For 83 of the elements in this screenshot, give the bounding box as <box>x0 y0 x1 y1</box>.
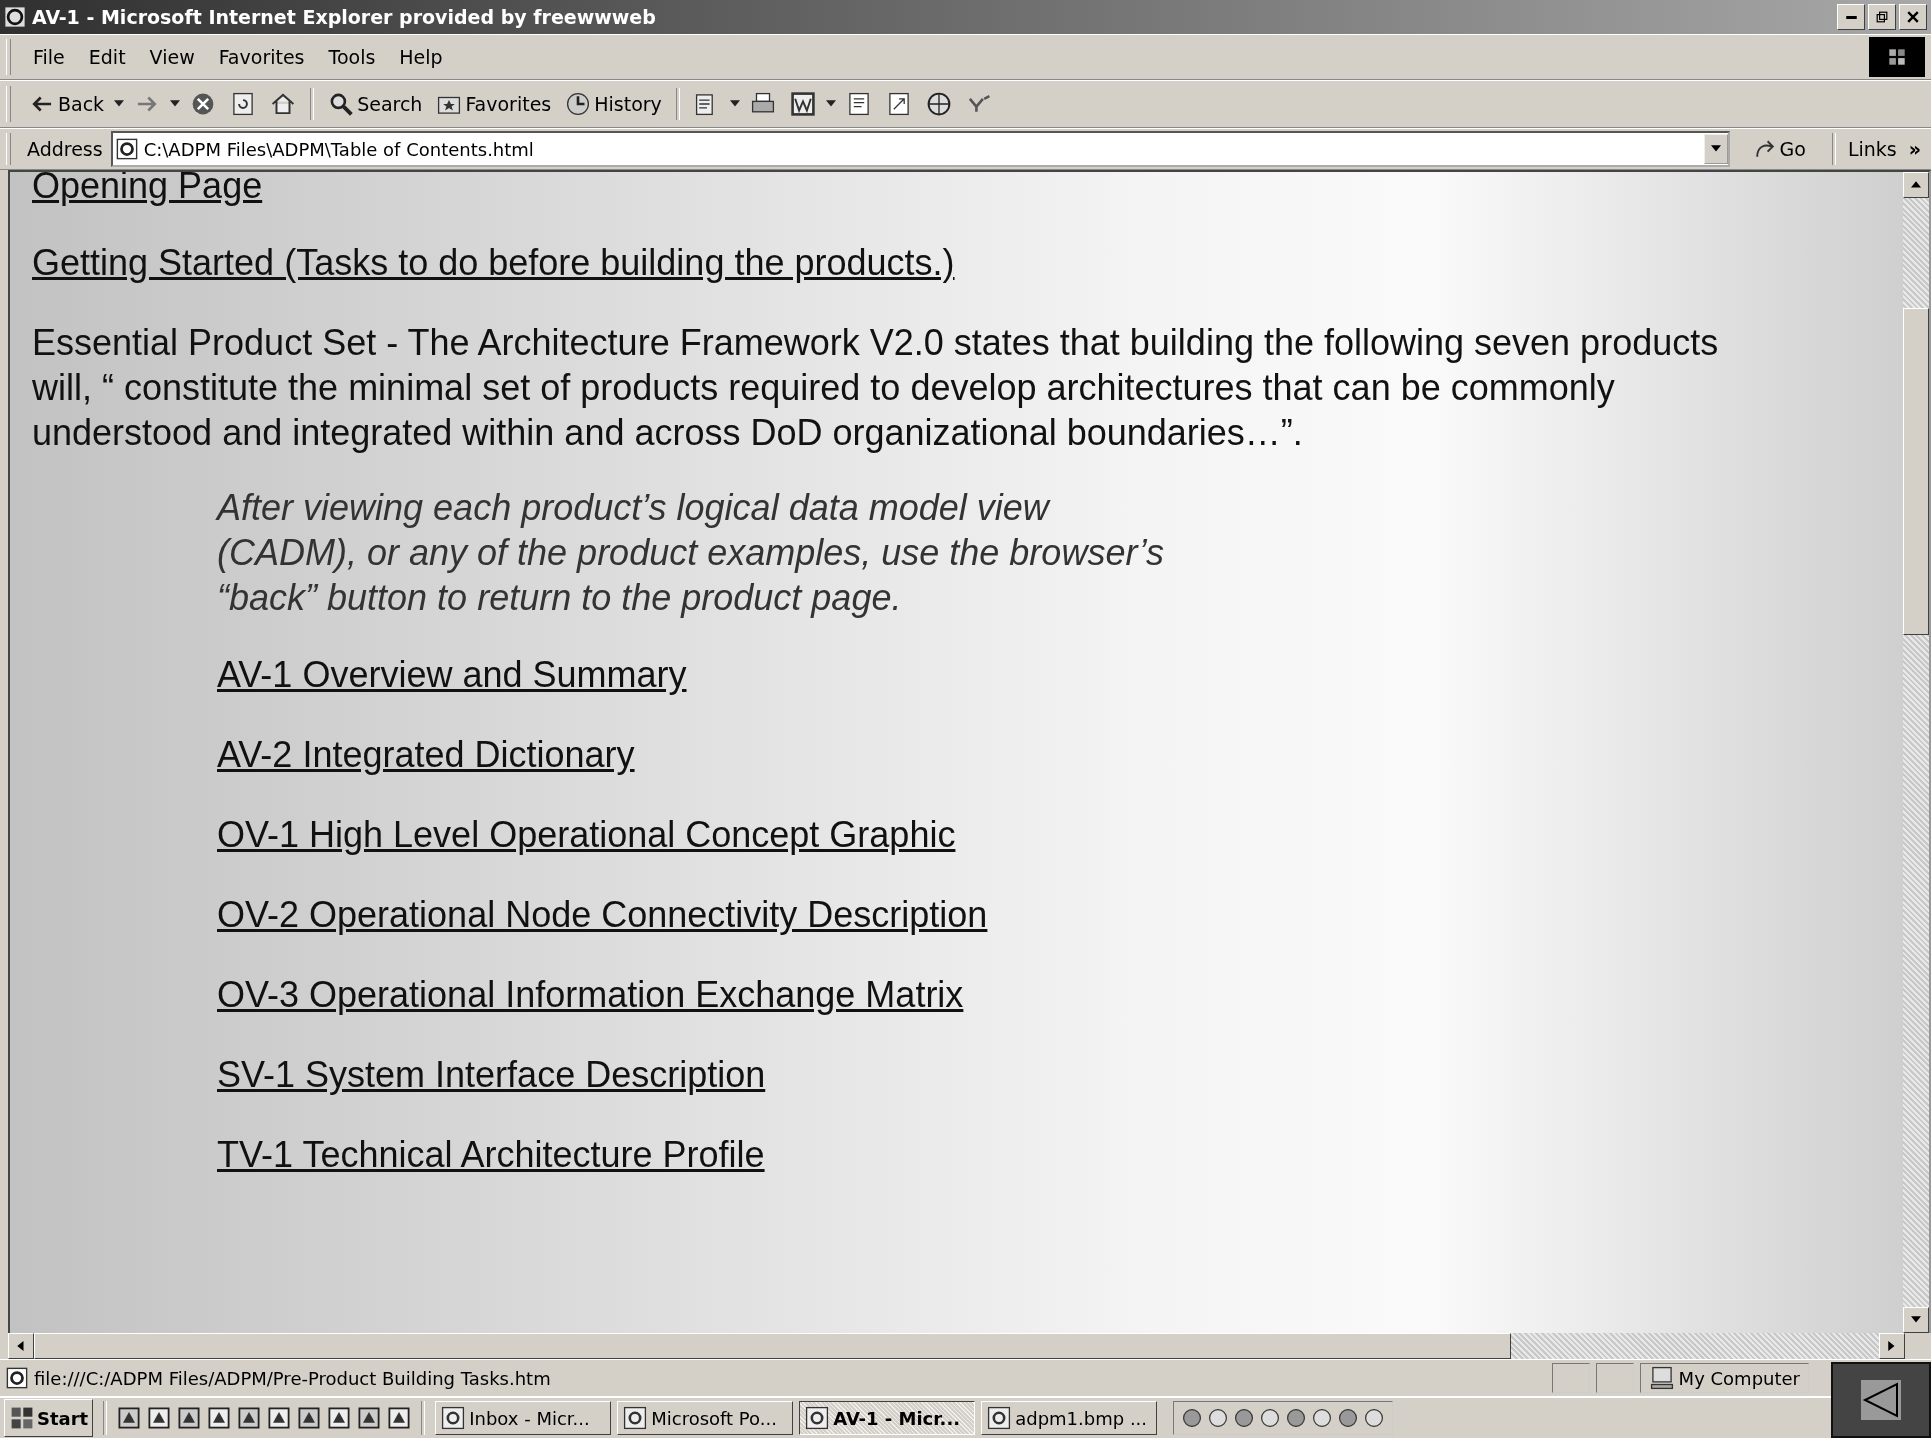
home-icon <box>270 91 297 117</box>
w-document-icon <box>789 91 816 117</box>
window-icon <box>622 1405 649 1431</box>
quick-launch-icon[interactable] <box>357 1406 382 1430</box>
taskbar-button[interactable]: Microsoft Po... <box>617 1401 794 1435</box>
right-arrow-icon <box>1888 1341 1896 1351</box>
computer-icon <box>1648 1365 1675 1391</box>
back-button[interactable]: Back <box>25 89 109 119</box>
menu-item[interactable]: View <box>139 44 205 70</box>
left-arrow-icon <box>17 1341 25 1351</box>
down-arrow-icon <box>1911 1316 1921 1324</box>
status-panel <box>1595 1363 1634 1393</box>
menu-item[interactable]: Favorites <box>208 44 315 70</box>
intro-paragraph: Essential Product Set - The Architecture Framework V2.0 states that building the following seven products will, “ constitute the minimal set of products required to develop architectures that can be commonly understood and integrated within and across DoD organizational boundaries…”. <box>32 321 1720 455</box>
window-icon <box>804 1405 831 1431</box>
note-text: After viewing each product’s logical data model view <box>217 486 1052 530</box>
minimize-button[interactable] <box>1837 4 1865 30</box>
quick-launch-icon[interactable] <box>267 1406 292 1430</box>
globe-icon <box>925 91 952 117</box>
caret-icon <box>1710 145 1721 153</box>
up-arrow-icon <box>1911 181 1921 189</box>
history-button[interactable]: History <box>561 89 666 119</box>
maximize-button[interactable] <box>1868 4 1896 30</box>
windows-logo-icon <box>9 1405 35 1431</box>
status-panel <box>1551 1363 1590 1393</box>
quick-launch-icon[interactable] <box>327 1406 352 1430</box>
quick-launch-icon[interactable] <box>387 1406 412 1430</box>
zone-text: My Computer <box>1678 1367 1800 1389</box>
quick-launch-icon[interactable] <box>177 1406 202 1430</box>
quick-launch-icon[interactable] <box>147 1406 172 1430</box>
caret-icon[interactable] <box>729 100 740 108</box>
search-button[interactable]: Search <box>324 89 427 119</box>
windows-logo <box>1869 37 1925 77</box>
page-icon <box>115 138 138 160</box>
menu-item[interactable]: Help <box>389 44 453 70</box>
links-button[interactable]: Links <box>1845 138 1899 160</box>
page-link[interactable]: Opening Page <box>32 172 263 206</box>
browser-icon <box>4 6 26 28</box>
status-text: file:///C:/ADPM Files/ADPM/Pre-Product Building Tasks.htm <box>34 1367 552 1389</box>
caret-icon[interactable] <box>170 100 181 108</box>
product-link[interactable]: AV-1 Overview and Summary <box>217 652 687 697</box>
quick-launch-icon[interactable] <box>117 1406 142 1430</box>
window-icon <box>986 1405 1013 1431</box>
taskbar-button[interactable]: adpm1.bmp ... <box>981 1401 1158 1435</box>
start-button[interactable]: Start <box>4 1399 94 1437</box>
address-label: Address <box>26 138 104 160</box>
left-triangle-icon <box>1861 1380 1901 1420</box>
chevron-button[interactable]: » <box>1904 138 1925 160</box>
quick-launch-icon[interactable] <box>297 1406 322 1430</box>
window-icon <box>440 1405 467 1431</box>
menu-item[interactable]: File <box>23 44 75 70</box>
product-link[interactable]: OV-2 Operational Node Connectivity Description <box>217 892 988 937</box>
product-link[interactable]: OV-3 Operational Information Exchange Matrix <box>217 972 964 1017</box>
product-link[interactable]: TV-1 Technical Architecture Profile <box>217 1132 765 1177</box>
address-field[interactable]: C:\ADPM Files\ADPM\Table of Contents.html <box>110 131 1730 167</box>
close-button[interactable] <box>1899 4 1927 30</box>
menu-item[interactable]: Tools <box>318 44 386 70</box>
note-text: (CADM), or any of the product examples, use the browser’s <box>217 531 1165 575</box>
search-icon <box>328 91 355 117</box>
caret-icon[interactable] <box>114 100 125 108</box>
vertical-scrollbar[interactable] <box>1903 172 1929 1333</box>
page-link[interactable]: Getting Started (Tasks to do before building the products.) <box>32 240 955 286</box>
note-text: “back” button to return to the product page. <box>217 576 903 620</box>
close-icon <box>1907 11 1919 23</box>
page-icon <box>6 1367 28 1389</box>
product-link[interactable]: AV-2 Integrated Dictionary <box>217 732 635 777</box>
go-button[interactable]: Go <box>1735 136 1822 162</box>
restore-icon <box>1876 11 1888 23</box>
product-link[interactable]: OV-1 High Level Operational Concept Graphic <box>217 812 956 857</box>
clock-icon <box>565 91 592 117</box>
taskbar-button[interactable]: AV-1 - Micr... <box>799 1401 976 1435</box>
product-link[interactable]: SV-1 System Interface Description <box>217 1052 766 1097</box>
quick-launch-icon[interactable] <box>237 1406 262 1430</box>
minimize-icon <box>1845 15 1857 19</box>
dropdown-button[interactable] <box>1703 134 1728 164</box>
window-title: AV-1 - Microsoft Internet Explorer provided by freewwweb <box>32 6 656 28</box>
caret-icon[interactable] <box>825 100 836 108</box>
menu-item[interactable]: Edit <box>78 44 136 70</box>
horizontal-scrollbar[interactable] <box>8 1333 1931 1359</box>
quick-launch-icon[interactable] <box>207 1406 232 1430</box>
triangle-button[interactable] <box>1831 1362 1931 1438</box>
taskbar-button[interactable]: Inbox - Micr... <box>435 1401 612 1435</box>
favorites-button[interactable]: Favorites <box>432 89 556 119</box>
